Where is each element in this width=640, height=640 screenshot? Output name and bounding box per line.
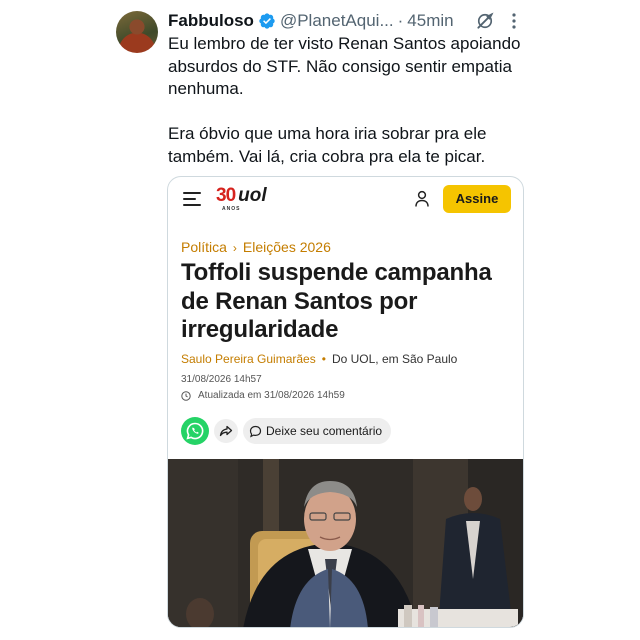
- tweet-paragraph-2: Era óbvio que uma hora iria sobrar pra e…: [168, 124, 487, 166]
- logo-anos: ANOS: [222, 206, 241, 212]
- uol-header: 30 ANOS uol Assine: [168, 177, 523, 223]
- whatsapp-icon: [186, 422, 204, 440]
- breadcrumb-politica[interactable]: Política: [181, 239, 227, 255]
- clock-icon: [181, 390, 191, 401]
- comment-button[interactable]: Deixe seu comentário: [243, 418, 392, 444]
- tweet-text: Eu lembro de ter visto Renan Santos apoi…: [168, 33, 528, 168]
- grok-icon[interactable]: [475, 11, 495, 31]
- share-button[interactable]: [214, 419, 238, 443]
- breadcrumb-separator: ›: [232, 241, 237, 255]
- comment-label: Deixe seu comentário: [266, 424, 383, 438]
- author-link[interactable]: Saulo Pereira Guimarães: [181, 352, 316, 366]
- logo-uol: uol: [238, 185, 267, 206]
- subscribe-button[interactable]: Assine: [443, 185, 511, 213]
- share-row: Deixe seu comentário: [181, 417, 392, 445]
- updated-date-row: Atualizada em 31/08/2026 14h59: [181, 390, 345, 401]
- uol-logo[interactable]: 30 ANOS uol: [216, 185, 267, 213]
- time-separator: ·: [397, 11, 404, 30]
- whatsapp-share-button[interactable]: [181, 417, 209, 445]
- updated-date: Atualizada em 31/08/2026 14h59: [198, 390, 345, 401]
- timestamp[interactable]: 45min: [407, 11, 453, 31]
- author-avatar[interactable]: [116, 11, 158, 53]
- logo-30: 30: [216, 185, 236, 206]
- published-date: 31/08/2026 14h57: [181, 374, 262, 385]
- byline: Saulo Pereira Guimarães • Do UOL, em São P…: [181, 352, 457, 366]
- verified-icon: [259, 13, 275, 29]
- article-photo[interactable]: [168, 459, 523, 627]
- source: Do UOL, em São Paulo: [331, 352, 458, 366]
- breadcrumb: Política › Eleições 2026: [181, 239, 331, 255]
- share-icon: [219, 425, 233, 437]
- user-icon[interactable]: [414, 190, 430, 208]
- tweet-paragraph-1: Eu lembro de ter visto Renan Santos apoi…: [168, 34, 521, 98]
- article-photo-illustration: [168, 459, 523, 627]
- tweet-header: Fabbuloso @PlanetAqui... · 45min: [168, 11, 454, 31]
- handle[interactable]: @PlanetAqui...: [280, 11, 394, 31]
- breadcrumb-eleicoes[interactable]: Eleições 2026: [243, 239, 331, 255]
- attached-screenshot[interactable]: 30 ANOS uol Assine Política › Eleições 202…: [167, 176, 524, 628]
- byline-separator: •: [321, 352, 326, 366]
- display-name[interactable]: Fabbuloso: [168, 11, 254, 31]
- more-icon[interactable]: [508, 11, 520, 31]
- menu-icon[interactable]: [183, 192, 201, 206]
- article-headline: Toffoli suspende campanha de Renan Santo…: [181, 259, 492, 343]
- comment-icon: [249, 425, 262, 438]
